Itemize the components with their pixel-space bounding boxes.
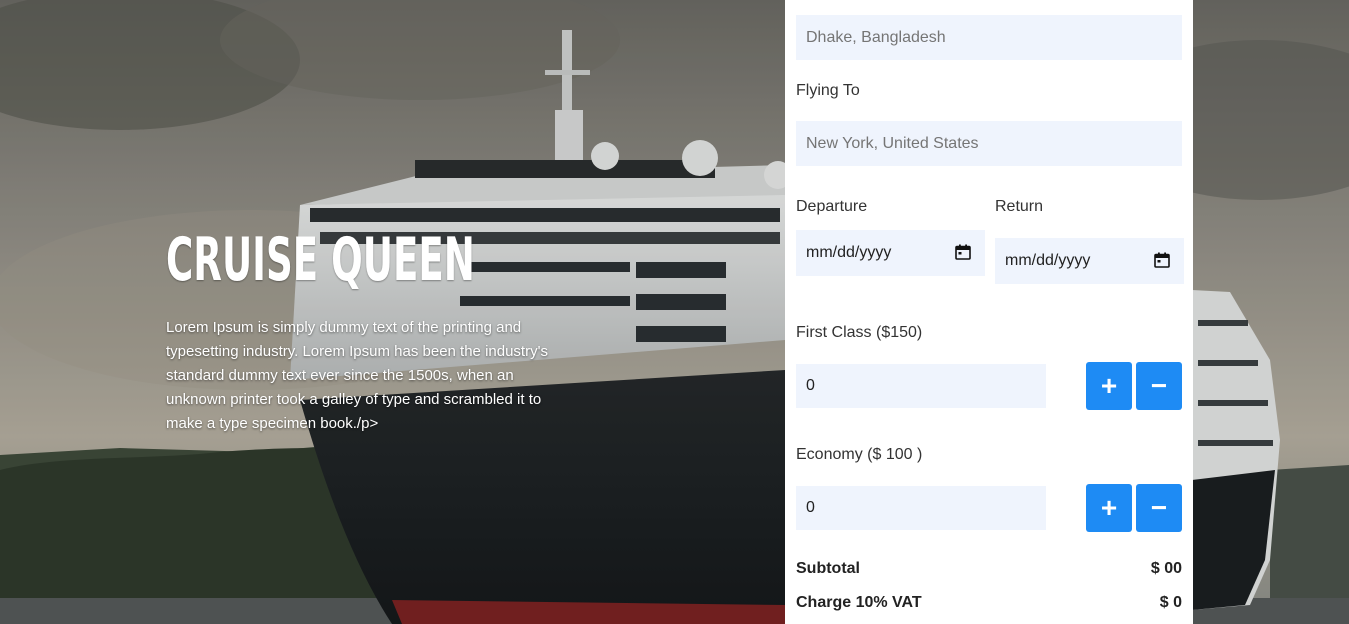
economy-quantity-value: 0: [806, 499, 815, 516]
booking-panel: Flying To Departure Return mm/dd/yyyy mm…: [785, 0, 1193, 624]
calendar-icon[interactable]: [1154, 252, 1170, 268]
flying-from-input[interactable]: [796, 15, 1182, 60]
first-class-increase-button[interactable]: +: [1086, 362, 1132, 410]
departure-date-placeholder: mm/dd/yyyy: [806, 244, 892, 261]
first-class-quantity-value: 0: [806, 377, 815, 394]
vat-value: $ 0: [1159, 594, 1182, 611]
flying-to-input[interactable]: [796, 121, 1182, 166]
first-class-label: First Class ($150): [796, 324, 923, 341]
minus-icon: −: [1150, 370, 1168, 401]
return-label: Return: [995, 198, 1044, 215]
return-date-placeholder: mm/dd/yyyy: [1005, 252, 1091, 269]
first-class-decrease-button[interactable]: −: [1136, 362, 1182, 410]
hero-description: Lorem Ipsum is simply dummy text of the …: [166, 319, 548, 432]
subtotal-value: $ 00: [1150, 560, 1182, 577]
hero-section: CRUISE QUEEN Lorem Ipsum is simply dummy…: [166, 226, 586, 436]
plus-icon: +: [1100, 492, 1118, 523]
economy-quantity-input[interactable]: 0: [796, 486, 1046, 530]
economy-label: Economy ($ 100 ): [796, 446, 923, 463]
minus-icon: −: [1150, 492, 1168, 523]
subtotal-label: Subtotal: [796, 560, 860, 577]
hero-title: CRUISE QUEEN: [166, 225, 475, 295]
departure-date-input[interactable]: mm/dd/yyyy: [796, 230, 985, 276]
plus-icon: +: [1100, 370, 1118, 401]
flying-to-label: Flying To: [796, 82, 860, 99]
economy-increase-button[interactable]: +: [1086, 484, 1132, 532]
economy-decrease-button[interactable]: −: [1136, 484, 1182, 532]
first-class-quantity-input[interactable]: 0: [796, 364, 1046, 408]
return-date-input[interactable]: mm/dd/yyyy: [995, 238, 1184, 284]
calendar-icon[interactable]: [955, 244, 971, 260]
vat-label: Charge 10% VAT: [796, 594, 922, 611]
departure-label: Departure: [796, 198, 868, 215]
